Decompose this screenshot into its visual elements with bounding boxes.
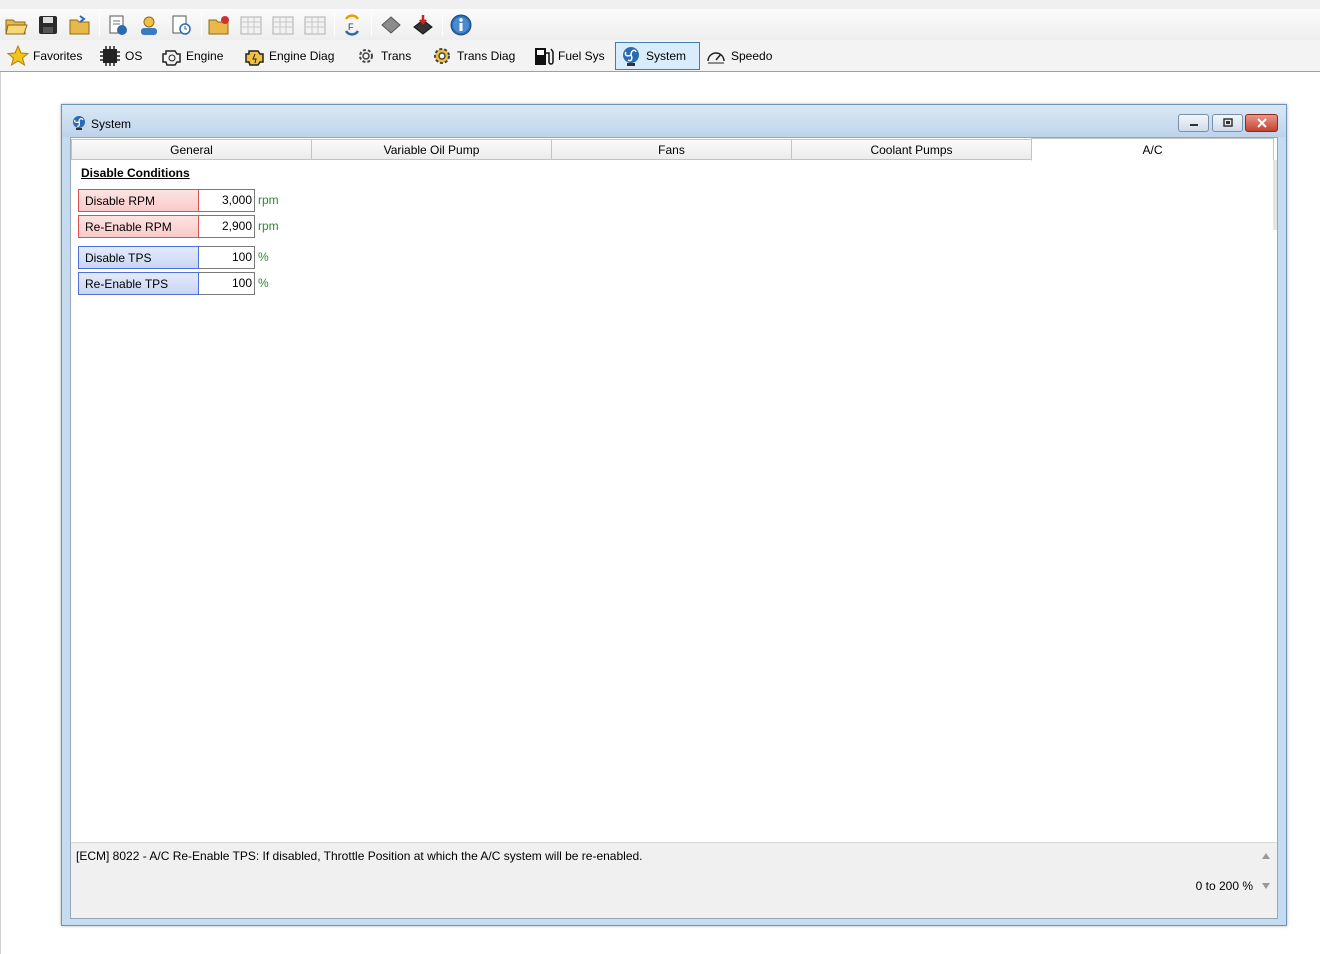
param-unit: % <box>258 276 269 290</box>
param-re-enable-rpm[interactable]: Re-Enable RPM 2,900 <box>78 215 255 238</box>
param-unit: rpm <box>258 193 279 207</box>
engine-diag-icon <box>243 45 265 67</box>
nav-item-label: Fuel Sys <box>558 49 605 63</box>
nav-item-trans-diag[interactable]: Trans Diag <box>427 42 519 70</box>
nav-item-label: System <box>646 49 687 63</box>
log-file-icon[interactable] <box>168 12 194 38</box>
close-icon <box>1256 118 1267 128</box>
nav-item-label: Speedo <box>731 49 773 63</box>
section-title: Disable Conditions <box>81 166 190 180</box>
toolbar-separator <box>334 14 335 36</box>
nav-item-label: Trans <box>381 49 412 63</box>
fan-icon <box>71 115 87 131</box>
close-button[interactable] <box>1245 114 1278 132</box>
open-icon[interactable] <box>3 12 29 38</box>
nav-item-label: Engine <box>186 49 224 63</box>
param-value-field[interactable]: 3,000 <box>199 189 255 212</box>
minimize-button[interactable] <box>1178 114 1209 132</box>
tab-coolant-pumps[interactable]: Coolant Pumps <box>791 139 1032 160</box>
compare-icon[interactable]: F <box>339 12 365 38</box>
fuel-pump-icon <box>532 45 554 67</box>
table-icon[interactable] <box>238 12 264 38</box>
engine-icon <box>160 45 182 67</box>
toolbar-separator <box>201 14 202 36</box>
param-disable-rpm[interactable]: Disable RPM 3,000 <box>78 189 255 212</box>
window-title-bar[interactable]: System <box>62 105 1286 137</box>
window-title: System <box>91 117 132 131</box>
gear-diag-icon <box>431 45 453 67</box>
file-info-icon[interactable] <box>104 12 130 38</box>
nav-item-speedo[interactable]: Speedo <box>701 42 776 70</box>
status-panel: [ECM] 8022 - A/C Re-Enable TPS: If disab… <box>71 842 1277 918</box>
param-label: Re-Enable RPM <box>78 215 199 238</box>
table-3-icon[interactable] <box>302 12 328 38</box>
nav-item-favorites[interactable]: Favorites <box>3 42 86 70</box>
nav-item-label: Favorites <box>33 49 83 63</box>
nav-item-engine-diag[interactable]: Engine Diag <box>239 42 338 70</box>
vertical-scrollbar[interactable] <box>1273 160 1277 230</box>
chip-icon <box>99 45 121 67</box>
fan-icon <box>620 45 642 67</box>
open-tune-icon[interactable] <box>206 12 232 38</box>
param-disable-tps[interactable]: Disable TPS 100 <box>78 246 255 269</box>
system-window: System General Variable Oil Pump Fans Co… <box>61 104 1287 926</box>
param-label: Disable TPS <box>78 246 199 269</box>
nav-item-label: Engine Diag <box>269 49 335 63</box>
svg-text:F: F <box>348 22 354 32</box>
star-icon <box>7 45 29 67</box>
param-re-enable-tps[interactable]: Re-Enable TPS 100 <box>78 272 255 295</box>
scroll-up-icon[interactable] <box>1261 851 1271 861</box>
nav-item-engine[interactable]: Engine <box>156 42 227 70</box>
toolbar: F <box>0 9 1320 40</box>
toolbar-separator <box>99 14 100 36</box>
param-unit: % <box>258 250 269 264</box>
param-unit: rpm <box>258 219 279 233</box>
tab-strip: General Variable Oil Pump Fans Coolant P… <box>71 138 1275 161</box>
save-icon[interactable] <box>35 12 61 38</box>
status-range: 0 to 200 % <box>1195 879 1253 893</box>
param-value-field[interactable]: 2,900 <box>199 215 255 238</box>
param-value-field[interactable]: 100 <box>199 246 255 269</box>
nav-item-fuel-sys[interactable]: Fuel Sys <box>528 42 609 70</box>
nav-item-trans[interactable]: Trans <box>351 42 415 70</box>
menu-bar <box>0 0 1320 9</box>
window-client-area: General Variable Oil Pump Fans Coolant P… <box>70 137 1278 919</box>
tab-general[interactable]: General <box>71 139 312 160</box>
chip-read-icon[interactable] <box>378 12 404 38</box>
table-2-icon[interactable] <box>270 12 296 38</box>
minimize-icon <box>1189 124 1198 126</box>
chip-write-icon[interactable] <box>410 12 436 38</box>
vin-icon[interactable] <box>136 12 162 38</box>
status-description: [ECM] 8022 - A/C Re-Enable TPS: If disab… <box>76 849 643 863</box>
nav-item-label: Trans Diag <box>457 49 516 63</box>
nav-item-system[interactable]: System <box>615 42 700 70</box>
tab-ac[interactable]: A/C <box>1031 138 1274 161</box>
tab-variable-oil-pump[interactable]: Variable Oil Pump <box>311 139 552 160</box>
tab-fans[interactable]: Fans <box>551 139 792 160</box>
open-folder-icon[interactable] <box>67 12 93 38</box>
info-icon[interactable] <box>448 12 474 38</box>
restore-icon <box>1222 118 1233 127</box>
param-label: Disable RPM <box>78 189 199 212</box>
gear-icon <box>355 45 377 67</box>
param-label: Re-Enable TPS <box>78 272 199 295</box>
param-value-field[interactable]: 100 <box>199 272 255 295</box>
restore-button[interactable] <box>1212 114 1243 132</box>
toolbar-separator <box>371 14 372 36</box>
speedometer-icon <box>705 45 727 67</box>
category-nav-bar: Favorites OS Engine Engine Diag Trans Tr… <box>0 40 1320 72</box>
toolbar-separator <box>442 14 443 36</box>
scroll-down-icon[interactable] <box>1261 881 1271 891</box>
nav-item-label: OS <box>125 49 143 63</box>
nav-item-os[interactable]: OS <box>95 42 146 70</box>
